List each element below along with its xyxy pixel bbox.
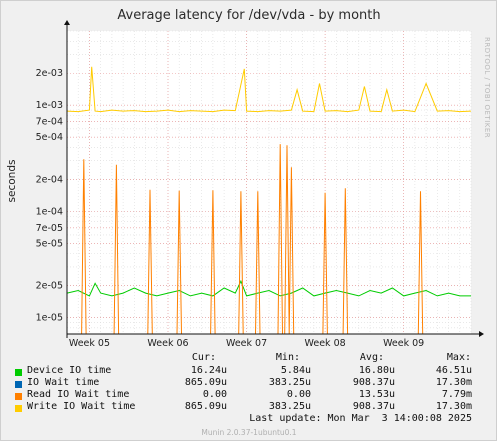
y-tick-label: 2e-04 (36, 174, 63, 185)
legend-min-read-io-wait: 0.00 (286, 389, 311, 400)
legend-header-avg: Avg: (359, 352, 384, 363)
legend-min-io-wait: 383.25u (268, 377, 311, 388)
last-update: Last update: Mon Mar 3 14:00:08 2025 (249, 413, 472, 424)
y-tick-label: 5e-05 (36, 238, 63, 249)
y-tick-label: 2e-05 (36, 281, 63, 292)
legend-cur-device-io: 16.24u (190, 365, 227, 376)
legend-cur-read-io-wait: 0.00 (202, 389, 227, 400)
legend-header-max: Max: (446, 352, 471, 363)
legend-max-read-io-wait: 7.79m (441, 389, 472, 400)
y-tick-label: 1e-03 (36, 100, 63, 111)
y-tick-label: 7e-05 (36, 223, 63, 234)
legend-label-io-wait: IO Wait time (27, 377, 100, 388)
legend-min-device-io: 5.84u (280, 365, 311, 376)
legend-cur-io-wait: 865.09u (184, 377, 227, 388)
x-tick-label: Week 09 (383, 338, 424, 349)
legend-min-write-io-wait: 383.25u (268, 401, 311, 412)
rrdtool-watermark: RRDTOOL / TOBI OETIKER (483, 37, 491, 138)
legend-label-device-io: Device IO time (27, 365, 112, 376)
y-axis-arrow-icon (64, 20, 70, 25)
y-tick-label: 2e-03 (36, 68, 63, 79)
legend-max-write-io-wait: 17.30m (435, 401, 472, 412)
legend-avg-write-io-wait: 908.37u (352, 401, 395, 412)
legend-swatch-io-wait (15, 381, 22, 388)
legend-header-cur: Cur: (191, 352, 216, 363)
x-tick-label: Week 07 (226, 338, 267, 349)
legend-label-write-io-wait: Write IO Wait time (27, 401, 136, 412)
x-tick-label: Week 06 (147, 338, 188, 349)
legend-avg-io-wait: 908.37u (352, 377, 395, 388)
legend-avg-device-io: 16.80u (358, 365, 395, 376)
y-tick-label: 1e-04 (36, 206, 63, 217)
y-axis-label: seconds (6, 160, 18, 203)
x-tick-label: Week 05 (69, 338, 110, 349)
legend-max-device-io: 46.51u (435, 365, 472, 376)
plot-area: 1e-05 2e-05 5e-05 7e-05 1e-04 2e-04 5e-04 7e-04… (36, 20, 484, 349)
legend-max-io-wait: 17.30m (435, 377, 472, 388)
chart-canvas: Average latency for /dev/vda - by month … (6, 8, 491, 349)
y-tick-label: 7e-04 (36, 117, 63, 128)
chart-title: Average latency for /dev/vda - by month (117, 8, 380, 23)
legend-swatch-read-io-wait (15, 393, 22, 400)
legend-swatch-write-io-wait (15, 405, 22, 412)
x-tick-label: Week 08 (305, 338, 346, 349)
legend-swatch-device-io (15, 369, 22, 376)
y-tick-label: 5e-04 (36, 132, 63, 143)
chart-frame: Average latency for /dev/vda - by month … (0, 0, 497, 441)
legend-label-read-io-wait: Read IO Wait time (27, 389, 130, 400)
legend-cur-write-io-wait: 865.09u (184, 401, 227, 412)
legend-avg-read-io-wait: 13.53u (358, 389, 395, 400)
y-tick-label: 1e-05 (36, 313, 63, 324)
legend-header-min: Min: (275, 352, 300, 363)
munin-version: Munin 2.0.37-1ubuntu0.1 (201, 428, 296, 437)
x-axis-arrow-icon (479, 331, 484, 337)
